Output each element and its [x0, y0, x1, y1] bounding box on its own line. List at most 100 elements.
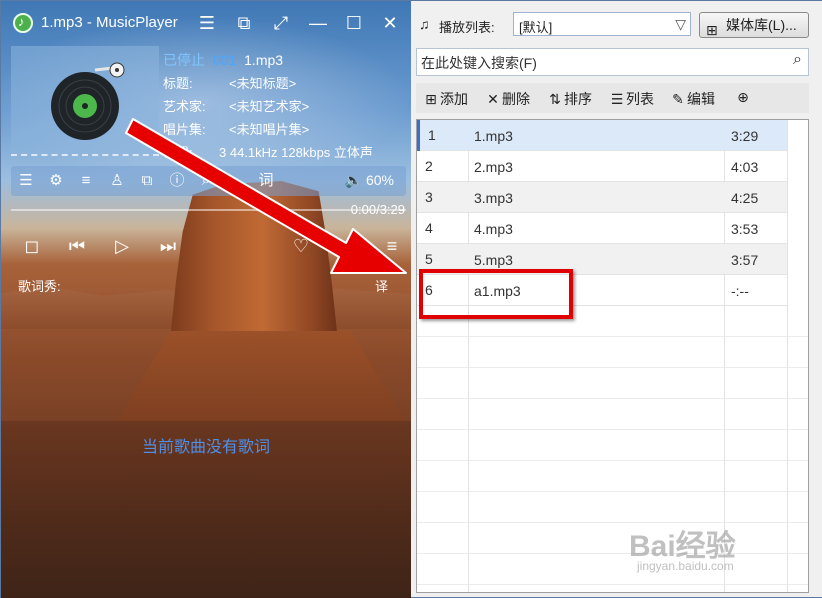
table-row[interactable]: 4 4.mp3 3:53 [417, 213, 787, 244]
menu-icon[interactable]: ☰ [195, 11, 219, 35]
time-readout: 0:00/3:29 [350, 202, 405, 217]
info-value: <未知唱片集> [229, 122, 310, 137]
row-duration: 3:57 [731, 252, 759, 268]
settings-icon[interactable]: ⚙ [45, 170, 67, 192]
list-button[interactable]: ☰ 列表 [608, 89, 654, 109]
previous-icon[interactable]: ⏮ [66, 235, 88, 257]
track-info: 已停止 001 1.mp3 标题: <未知标题> 艺术家: <未知艺术家> 唱片集:… [163, 49, 409, 164]
app-icon [13, 13, 33, 33]
empty-row [417, 430, 808, 461]
play-icon[interactable]: ▷ [111, 235, 133, 257]
delete-icon: ✕ [487, 91, 499, 107]
playlist-select-value: [默认] [519, 20, 553, 35]
row-duration: 3:53 [731, 221, 759, 237]
playlist-icon[interactable]: ☰ [15, 170, 37, 192]
mini-mode-icon[interactable]: ⧉ [136, 170, 158, 192]
status-line: 已停止 001 1.mp3 [163, 49, 409, 72]
playlist-icon: ♫ [419, 16, 430, 32]
table-row[interactable]: 2 2.mp3 4:03 [417, 151, 787, 182]
info-label: 唱片集: [163, 122, 206, 137]
skin-icon[interactable]: ♙ [106, 170, 128, 192]
search-icon[interactable]: ⌕ [195, 170, 217, 192]
volume[interactable]: 🔈 60% [345, 172, 394, 189]
stop-icon[interactable]: ◻ [21, 235, 43, 257]
add-button[interactable]: ⊞ 添加 [422, 89, 468, 109]
track-number: 001 [212, 52, 237, 68]
row-index: 2 [425, 158, 433, 174]
table-row[interactable]: 1 1.mp3 3:29 [417, 120, 787, 151]
info-format: 格式: 3 44.1kHz 128kbps 立体声 [163, 141, 409, 164]
row-name: 4.mp3 [474, 221, 513, 237]
sort-button[interactable]: ⇅ 排序 [546, 89, 592, 109]
watermark-url: jingyan.baidu.com [637, 559, 734, 573]
info-label: 标题: [163, 76, 193, 91]
info-value: <未知艺术家> [229, 99, 310, 114]
media-library-button[interactable]: ⊞ 媒体库(L)... [699, 12, 809, 38]
mini-mode-icon[interactable]: ⧉ [232, 11, 256, 35]
row-duration: 4:03 [731, 159, 759, 175]
info-title: 标题: <未知标题> [163, 72, 409, 95]
empty-row [417, 554, 808, 585]
media-library-label: 媒体库(L)... [726, 17, 797, 33]
repeat-icon[interactable]: ▭ [322, 235, 344, 257]
chevron-down-icon: ▽ [675, 16, 686, 32]
favorite-icon[interactable]: ♡ [290, 235, 312, 257]
info-album: 唱片集: <未知唱片集> [163, 118, 409, 141]
track-file: 1.mp3 [244, 52, 284, 68]
locate-icon: ⊕ [737, 89, 749, 105]
player-pane: 1.mp3 - MusicPlayer ☰ ⧉ ⤢ — ☐ ✕ 已停止 [1, 1, 411, 598]
volume-value: 60% [365, 172, 394, 188]
progress-bar[interactable] [11, 209, 406, 211]
info-value: <未知标题> [229, 76, 297, 91]
row-name: 3.mp3 [474, 190, 513, 206]
background-mesa-base [111, 331, 411, 431]
minimize-icon[interactable]: — [306, 11, 330, 35]
annotation-highlight-box [419, 269, 573, 319]
edit-button[interactable]: ✎ 编辑 [669, 89, 715, 109]
search-icon[interactable]: ⌕ [793, 51, 802, 69]
search-input[interactable] [421, 53, 781, 73]
empty-row [417, 337, 808, 368]
empty-row [417, 461, 808, 492]
delete-button[interactable]: ✕ 删除 [484, 89, 530, 109]
row-index: 1 [417, 120, 436, 151]
row-name: 5.mp3 [474, 252, 513, 268]
window-title: 1.mp3 - MusicPlayer [41, 14, 178, 31]
delete-label: 删除 [502, 91, 530, 107]
next-icon[interactable]: ⏭ [157, 235, 179, 257]
row-name: 1.mp3 [474, 128, 513, 144]
table-row[interactable]: 3 3.mp3 4:25 [417, 182, 787, 213]
playlist-label: 播放列表: [439, 20, 495, 35]
info-artist: 艺术家: <未知艺术家> [163, 95, 409, 118]
row-duration: 3:29 [731, 128, 759, 144]
playlist-select[interactable]: [默认] ▽ [513, 12, 691, 36]
info-label: 格式: [163, 145, 193, 160]
sort-label: 排序 [564, 91, 592, 107]
edit-label: 编辑 [687, 91, 715, 107]
equalizer-icon[interactable]: ≡ [75, 170, 97, 192]
row-name: 2.mp3 [474, 159, 513, 175]
empty-row [417, 368, 808, 399]
locate-button[interactable]: ⊕ [734, 89, 752, 106]
lyric-tool[interactable]: 词 [255, 170, 277, 192]
info-label: 艺术家: [163, 99, 206, 114]
add-label: 添加 [440, 91, 468, 107]
album-art[interactable] [11, 46, 159, 156]
lyric-translate-button[interactable]: 译 [375, 276, 388, 295]
empty-row [417, 399, 808, 430]
row-duration: -:-- [731, 283, 749, 299]
play-status: 已停止 [163, 52, 205, 68]
info-value: 3 44.1kHz 128kbps 立体声 [219, 145, 373, 160]
playlist-actions: ⊞ 添加 ✕ 删除 ⇅ 排序 ☰ 列表 ✎ 编辑 ⊕ [416, 83, 809, 113]
background-mesa [169, 181, 339, 351]
fullscreen-icon[interactable]: ⤢ [269, 11, 293, 35]
app-window: 1.mp3 - MusicPlayer ☰ ⧉ ⤢ — ☐ ✕ 已停止 [0, 0, 822, 598]
row-index: 4 [425, 220, 433, 236]
playlist-table: 1 1.mp3 3:29 2 2.mp3 4:03 3 3.mp3 4:25 4… [416, 119, 809, 593]
maximize-icon[interactable]: ☐ [342, 11, 366, 35]
info-icon[interactable]: ⓘ [166, 170, 188, 192]
close-icon[interactable]: ✕ [378, 11, 402, 35]
search-box: ⌕ [416, 48, 809, 76]
list-label: 列表 [626, 91, 654, 107]
playlist-mode-icon[interactable]: ≡ [381, 235, 403, 257]
